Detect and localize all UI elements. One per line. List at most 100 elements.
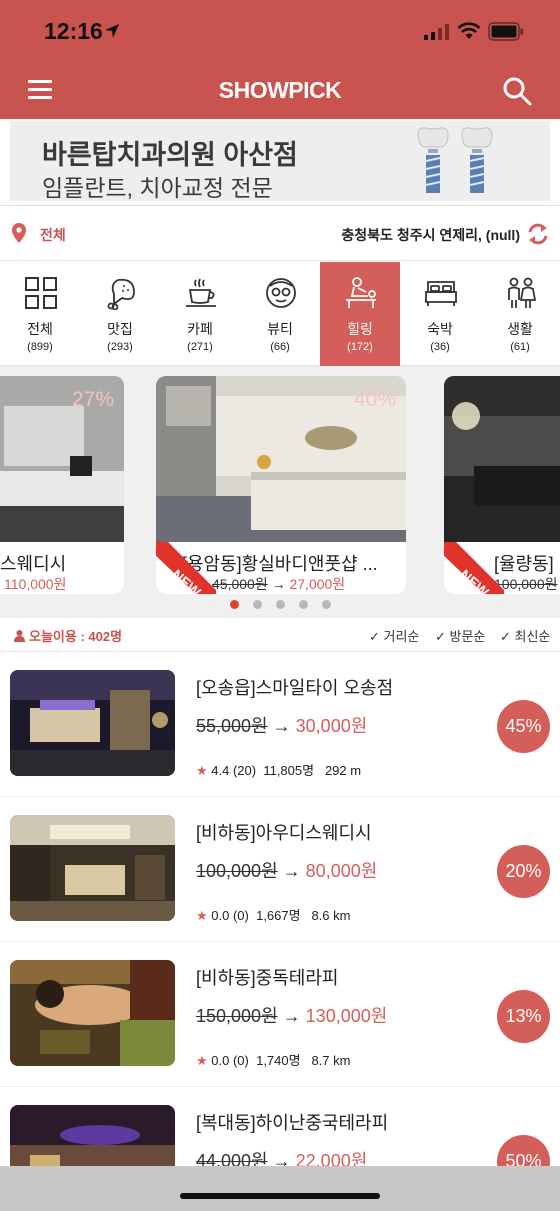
category-label: 생활 [507, 321, 533, 337]
list-item[interactable]: [오송읍]스마일타이 오송점 55,000원 → 30,000원 ★ 4.4 (… [0, 652, 560, 797]
category-tab-food[interactable]: 맛집 (293) [80, 262, 160, 366]
visit-count: 1,740명 [256, 1053, 301, 1068]
category-label: 뷰티 [267, 321, 293, 337]
price-arrow: → [271, 576, 286, 592]
carousel-pagination [0, 596, 560, 614]
category-count: (172) [347, 341, 373, 353]
carousel-discount: 27% [71, 388, 114, 411]
status-time: 12:16 [44, 18, 103, 44]
original-price: 100,000원 [196, 861, 278, 881]
ad-banner[interactable]: 바른탑치과의원 아산점 임플란트, 치아교정 전문 [10, 121, 550, 201]
sale-price: 130,000원 [305, 1006, 388, 1026]
star-icon: ★ [196, 908, 208, 923]
wifi-icon [457, 22, 481, 39]
carousel-card[interactable]: 27% 스웨디시 110,000원 [0, 376, 124, 594]
battery-icon [488, 22, 523, 41]
category-label: 숙박 [427, 321, 453, 337]
carousel-card-price: 45,000원 → 27,000원 [212, 574, 345, 594]
carousel-dot[interactable] [275, 600, 285, 609]
venue-photo [444, 376, 560, 542]
category-tab-all[interactable]: 전체 (899) [0, 262, 80, 366]
featured-carousel[interactable]: 27% 스웨디시 110,000원 40% [용암동]황실바디앤풋샵 ... 4… [0, 366, 560, 618]
category-tab-cafe[interactable]: 카페 (271) [160, 262, 240, 366]
category-tab-living[interactable]: 생활 (61) [480, 262, 560, 366]
venue-meta: ★ 4.4 (20) 11,805명 292 m [196, 760, 361, 779]
price-arrow: → [272, 716, 291, 736]
sort-by-newest[interactable]: ✓ 최신순 [500, 626, 550, 645]
visit-count: 11,805명 [263, 763, 315, 778]
price-arrow: → [282, 1006, 301, 1026]
app-header: 12:16 SHOWPICK [0, 0, 560, 119]
carousel-card[interactable]: 40% [용암동]황실바디앤풋샵 ... 45,000원 → 27,000원 N… [156, 376, 406, 594]
massage-icon [346, 277, 376, 308]
today-visitors: 오늘이용 : 402명 [14, 626, 122, 645]
new-badge: NEW [156, 542, 216, 594]
sort-bar: 오늘이용 : 402명 ✓ 거리순 ✓ 방문순 ✓ 최신순 [0, 618, 560, 652]
new-badge: NEW [444, 542, 504, 594]
home-indicator[interactable] [180, 1193, 380, 1199]
venue-price: 150,000원 → 130,000원 [196, 1002, 387, 1028]
original-price: 55,000원 [196, 716, 268, 736]
sale-price: 80,000원 [305, 861, 378, 881]
category-count: (271) [187, 341, 213, 353]
venue-price: 55,000원 → 30,000원 [196, 712, 367, 738]
map-pin-icon [12, 223, 26, 243]
distance: 8.7 km [311, 1053, 351, 1068]
category-tab-healing[interactable]: 힐링 (172) [320, 262, 400, 366]
person-icon [14, 630, 25, 642]
carousel-dot[interactable] [252, 600, 262, 609]
list-item[interactable]: [비하동]아우디스웨디시 100,000원 → 80,000원 ★ 0.0 (0… [0, 797, 560, 942]
list-item[interactable]: [비하동]중독테라피 150,000원 → 130,000원 ★ 0.0 (0)… [0, 942, 560, 1087]
visit-count: 1,667명 [256, 908, 301, 923]
discount-badge: 13% [497, 990, 550, 1043]
current-address: 충청북도 청주시 연제리, (null) [341, 227, 520, 243]
face-mask-icon [266, 278, 296, 308]
rating: 0.0 (0) [211, 908, 249, 923]
app-screen: 12:16 SHOWPICK 바른탑치과의원 아산점 임플란트, 치아교정 전문… [0, 0, 560, 1211]
discount-badge: 20% [497, 845, 550, 898]
carousel-dot[interactable] [298, 600, 308, 609]
category-label: 카페 [187, 321, 213, 337]
location-bar: 전체 충청북도 청주시 연제리, (null) [0, 205, 560, 261]
carousel-card[interactable]: [율량동] 100,000원 NEW [444, 376, 560, 594]
location-arrow-icon [105, 24, 119, 38]
carousel-card-price: 110,000원 [4, 574, 66, 594]
family-icon [508, 277, 537, 308]
menu-button[interactable] [28, 80, 52, 100]
sale-price: 110,000원 [4, 576, 67, 592]
category-tab-beauty[interactable]: 뷰티 (66) [240, 262, 320, 366]
category-label: 힐링 [347, 321, 373, 337]
rating: 0.0 (0) [211, 1053, 249, 1068]
venue-price: 100,000원 → 80,000원 [196, 857, 377, 883]
grid-icon [25, 277, 57, 309]
category-label: 전체 [27, 321, 53, 337]
status-bar: 12:16 [0, 0, 560, 62]
location-filter-all[interactable]: 전체 [40, 225, 66, 245]
category-tabs: 전체 (899) 맛집 (293) 카페 (271) 뷰티 (66) 힐링 (1… [0, 262, 560, 366]
category-count: (61) [510, 341, 530, 353]
search-icon[interactable] [502, 76, 532, 106]
refresh-location-icon[interactable] [527, 223, 549, 245]
category-tab-lodging[interactable]: 숙박 (36) [400, 262, 480, 366]
venue-name: [오송읍]스마일타이 오송점 [196, 678, 394, 698]
category-label: 맛집 [107, 321, 133, 337]
category-count: (899) [27, 341, 53, 353]
carousel-dot[interactable] [321, 600, 331, 609]
venue-name: [비하동]아우디스웨디시 [196, 823, 372, 843]
banner-title: 바른탑치과의원 아산점 [42, 140, 298, 170]
banner-subtitle: 임플란트, 치아교정 전문 [42, 175, 273, 201]
category-count: (66) [270, 341, 290, 353]
distance: 292 m [324, 763, 362, 778]
app-logo: SHOWPICK [218, 77, 342, 103]
sort-by-distance[interactable]: ✓ 거리순 [369, 626, 419, 645]
venue-meta: ★ 0.0 (0) 1,740명 8.7 km [196, 1050, 350, 1069]
venue-name: [복대동]하이난중국테라피 [196, 1113, 389, 1133]
venue-meta: ★ 0.0 (0) 1,667명 8.6 km [196, 905, 350, 924]
carousel-dot[interactable] [229, 600, 239, 609]
price-arrow: → [282, 861, 301, 881]
original-price: 45,000원 [212, 576, 268, 592]
sort-by-visits[interactable]: ✓ 방문순 [435, 626, 485, 645]
rating: 4.4 (20) [211, 763, 257, 778]
venue-name: [비하동]중독테라피 [196, 968, 339, 988]
star-icon: ★ [196, 1053, 208, 1068]
